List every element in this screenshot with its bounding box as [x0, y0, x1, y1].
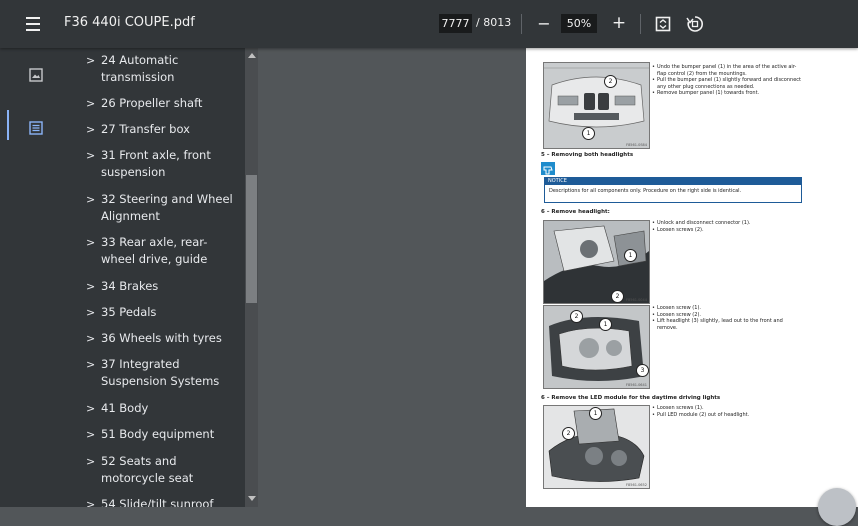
- document-title: F36 440i COUPE.pdf: [64, 15, 195, 30]
- scrollbar-thumb[interactable]: [246, 175, 257, 303]
- callout-2: 2: [611, 290, 624, 303]
- zoom-level-input[interactable]: 50%: [561, 14, 597, 33]
- notice-title: NOTICE: [544, 177, 802, 185]
- chevron-right-icon[interactable]: >: [86, 426, 95, 443]
- chevron-right-icon[interactable]: >: [86, 52, 95, 69]
- scroll-up-arrow-icon[interactable]: [248, 53, 256, 58]
- rotate-icon[interactable]: [685, 14, 705, 34]
- chevron-right-icon[interactable]: >: [86, 147, 95, 164]
- scroll-down-arrow-icon[interactable]: [248, 496, 256, 501]
- fit-to-page-icon[interactable]: [654, 15, 672, 33]
- callout-1: 1: [589, 407, 602, 420]
- pdf-page: 2 1 F8561.0S64 Undo the bumper panel (1)…: [526, 48, 858, 507]
- sidebar-scrollbar[interactable]: [245, 48, 258, 507]
- document-outline-icon[interactable]: [29, 120, 43, 135]
- page-number-input[interactable]: 7777: [439, 14, 472, 33]
- instruction-item: Pull the bumper panel (1) slightly forwa…: [652, 77, 802, 90]
- figure-bumper-removal: 2 1 F8561.0S64: [543, 62, 650, 149]
- figure-headlight-connector: 1 2 F8561.0044: [543, 220, 650, 304]
- menu-icon[interactable]: [22, 14, 48, 34]
- chevron-right-icon[interactable]: >: [86, 278, 95, 295]
- instruction-list: Loosen screws (1). Pull LED module (2) o…: [652, 405, 802, 418]
- figure-code: F8561.0S64: [626, 143, 647, 147]
- instruction-item: Undo the bumper panel (1) in the area of…: [652, 64, 802, 77]
- floating-action-button[interactable]: [818, 488, 856, 526]
- pdf-toolbar: F36 440i COUPE.pdf 7777 / 8013 − 50% +: [0, 0, 858, 48]
- instruction-list: Undo the bumper panel (1) in the area of…: [652, 64, 802, 97]
- zoom-in-button[interactable]: +: [610, 14, 628, 34]
- notice-icon: [541, 162, 555, 175]
- instruction-item: Remove bumper panel (1) towards front.: [652, 90, 802, 97]
- callout-3: 3: [636, 364, 649, 377]
- instruction-item: Pull LED module (2) out of headlight.: [652, 412, 802, 419]
- step-heading: 6 – Remove the LED module for the daytim…: [541, 395, 721, 401]
- figure-code: F8561.0652: [626, 483, 647, 487]
- chevron-right-icon[interactable]: >: [86, 496, 95, 507]
- chevron-right-icon[interactable]: >: [86, 121, 95, 138]
- toolbar-divider: [521, 14, 522, 34]
- callout-1: 1: [582, 127, 595, 140]
- chevron-right-icon[interactable]: >: [86, 400, 95, 417]
- chevron-right-icon[interactable]: >: [86, 330, 95, 347]
- callout-2: 2: [604, 75, 617, 88]
- figure-headlight-screws: 2 1 3 F8561.0641: [543, 305, 650, 389]
- chevron-right-icon[interactable]: >: [86, 95, 95, 112]
- chevron-right-icon[interactable]: >: [86, 234, 95, 251]
- callout-2: 2: [570, 310, 583, 323]
- step-heading: 6 – Remove headlight:: [541, 209, 610, 215]
- instruction-item: Lift headlight (3) slightly, lead out to…: [652, 318, 802, 331]
- chevron-right-icon[interactable]: >: [86, 453, 95, 470]
- step-heading: 5 – Removing both headlights: [541, 152, 634, 158]
- chevron-right-icon[interactable]: >: [86, 304, 95, 321]
- notice-text: Descriptions for all components only. Pr…: [544, 185, 802, 203]
- figure-code: F8561.0044: [626, 298, 647, 302]
- instruction-list: Unlock and disconnect connector (1). Loo…: [652, 220, 802, 233]
- zoom-out-button[interactable]: −: [535, 14, 553, 34]
- instruction-list: Loosen screw (1). Loosen screw (2). Lift…: [652, 305, 802, 331]
- toolbar-divider: [640, 14, 641, 34]
- callout-2: 2: [562, 427, 575, 440]
- thumbnails-icon[interactable]: [29, 67, 43, 82]
- callout-1: 1: [624, 249, 637, 262]
- document-outline-sidebar: >24 Automatic transmission >26 Propeller…: [9, 48, 245, 507]
- callout-1: 1: [599, 318, 612, 331]
- chevron-right-icon[interactable]: >: [86, 191, 95, 208]
- page-total: / 8013: [476, 16, 512, 29]
- chevron-right-icon[interactable]: >: [86, 356, 95, 373]
- instruction-item: Loosen screws (2).: [652, 227, 802, 234]
- figure-code: F8561.0641: [626, 383, 647, 387]
- figure-led-module: 1 2 F8561.0652: [543, 405, 650, 489]
